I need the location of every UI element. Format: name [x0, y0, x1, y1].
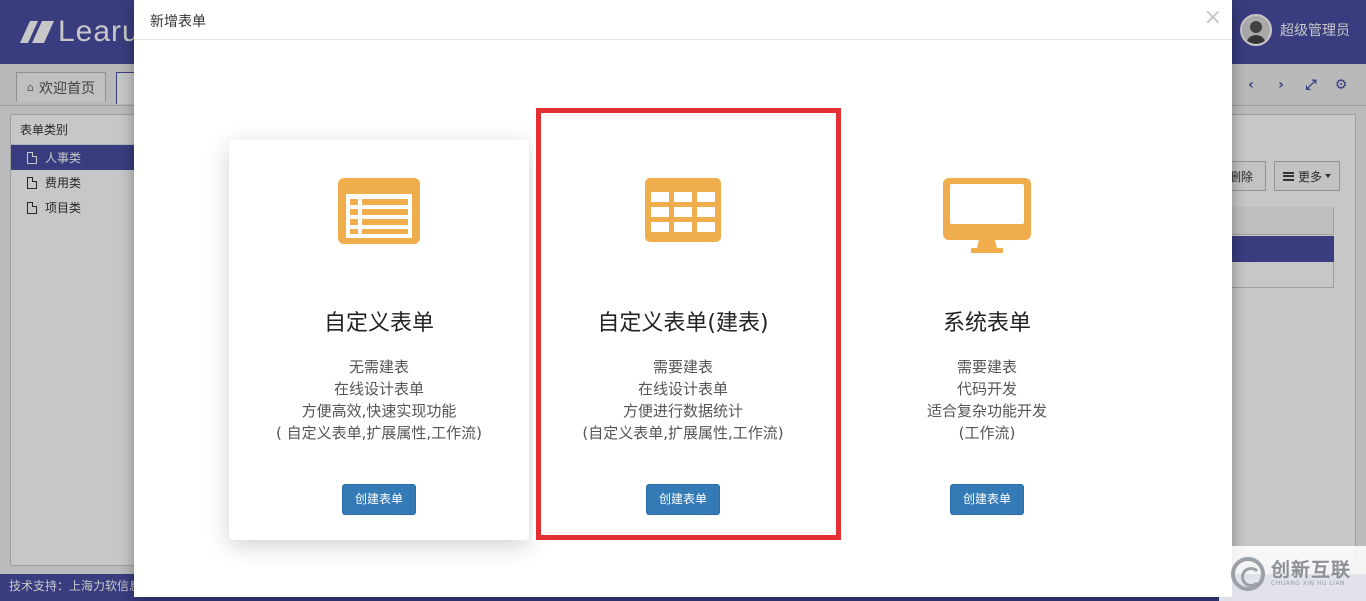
card-description: 需要建表 在线设计表单 方便进行数据统计 (自定义表单,扩展属性,工作流): [533, 356, 833, 444]
card-desc-line: 代码开发: [956, 380, 1017, 398]
create-form-button[interactable]: 创建表单: [646, 484, 720, 515]
watermark: 创新互联 CHUANG XIN HU LIAN: [1219, 546, 1366, 601]
card-desc-line: 需要建表: [652, 358, 713, 376]
new-form-modal: 新增表单 × 自定义表单 无需建表 在线设计表单 方便高效,快速实现功能 (自…: [134, 0, 1232, 597]
card-desc-line: (工作流): [958, 424, 1016, 442]
monitor-icon: [943, 178, 1031, 253]
card-desc-line: 在线设计表单: [637, 380, 728, 398]
table-grid-icon: [645, 178, 721, 242]
card-desc-line: 适合复杂功能开发: [926, 402, 1047, 420]
watermark-logo-icon: [1231, 556, 1265, 591]
card-desc-line: 方便进行数据统计: [622, 402, 743, 420]
card-title: 自定义表单: [323, 311, 434, 336]
card-desc-line: ( 自定义表单,扩展属性,工作流): [275, 424, 482, 442]
card-title: 系统表单: [942, 311, 1031, 336]
card-desc-line: 无需建表: [348, 358, 409, 376]
card-desc-line: 需要建表: [956, 358, 1017, 376]
watermark-text: 创新互联: [1271, 558, 1352, 581]
list-form-icon: [338, 178, 420, 244]
card-system-form: 系统表单 需要建表 代码开发 适合复杂功能开发 (工作流) 创建表单: [837, 140, 1137, 540]
card-custom-form-with-table: 自定义表单(建表) 需要建表 在线设计表单 方便进行数据统计 (自定义表单,扩展…: [533, 140, 833, 540]
card-title: 自定义表单(建表): [597, 311, 769, 336]
create-form-button[interactable]: 创建表单: [950, 484, 1024, 515]
modal-title: 新增表单: [150, 14, 206, 30]
watermark-subtext: CHUANG XIN HU LIAN: [1271, 579, 1346, 587]
modal-header: 新增表单 ×: [134, 0, 1232, 40]
card-description: 无需建表 在线设计表单 方便高效,快速实现功能 ( 自定义表单,扩展属性,工作流…: [229, 356, 529, 444]
create-form-button[interactable]: 创建表单: [342, 484, 416, 515]
card-desc-line: 在线设计表单: [333, 380, 424, 398]
card-desc-line: (自定义表单,扩展属性,工作流): [582, 424, 784, 442]
card-description: 需要建表 代码开发 适合复杂功能开发 (工作流): [837, 356, 1137, 444]
card-desc-line: 方便高效,快速实现功能: [301, 402, 457, 420]
card-custom-form: 自定义表单 无需建表 在线设计表单 方便高效,快速实现功能 ( 自定义表单,扩展…: [229, 140, 529, 540]
close-icon[interactable]: ×: [1204, 6, 1222, 30]
